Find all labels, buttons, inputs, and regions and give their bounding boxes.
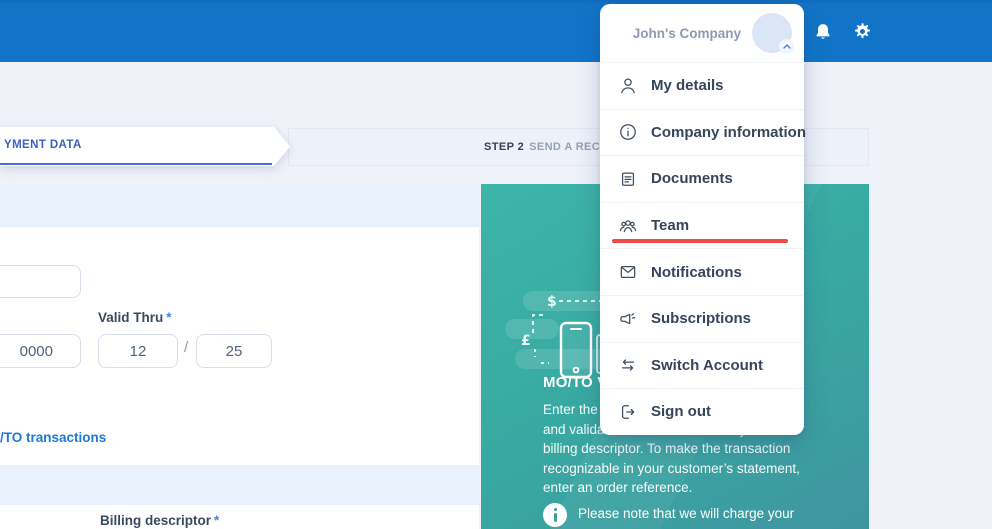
menu-item-notifications[interactable]: Notifications: [600, 248, 804, 295]
billing-descriptor-label-text: Billing descriptor: [100, 513, 211, 528]
svg-text:$: $: [547, 294, 557, 310]
team-icon: [618, 216, 638, 236]
required-asterisk: *: [214, 513, 219, 528]
billing-descriptor-label: Billing descriptor*: [100, 513, 219, 528]
switch-arrows-icon: [618, 355, 638, 375]
step2-prefix-text: STEP 2: [484, 141, 524, 153]
user-icon: [618, 76, 638, 96]
company-name-label: John's Company: [633, 26, 741, 41]
date-separator: /: [184, 339, 188, 356]
moto-panel-note: Please note that we will charge your: [578, 503, 794, 521]
menu-item-sign-out[interactable]: Sign out: [600, 388, 804, 435]
moto-panel-note-row: Please note that we will charge your: [543, 503, 794, 527]
payment-form-card: Valid Thru* 0000 / /TO transactions Bill…: [0, 184, 479, 529]
info-icon: [618, 122, 638, 142]
menu-item-documents[interactable]: Documents: [600, 155, 804, 202]
info-circle-icon: [543, 503, 567, 527]
menu-item-team[interactable]: Team: [600, 202, 804, 249]
moto-transactions-link[interactable]: /TO transactions: [0, 430, 106, 445]
step1-tab-shape: YMENT DATA: [0, 127, 290, 166]
menu-item-label: Switch Account: [651, 357, 763, 374]
team-highlight-underline: [612, 239, 788, 243]
menu-item-label: Team: [651, 217, 689, 234]
megaphone-icon: [618, 309, 638, 329]
menu-item-label: My details: [651, 77, 724, 94]
valid-thru-label-text: Valid Thru: [98, 310, 163, 325]
valid-thru-year-field[interactable]: [196, 334, 272, 368]
step1-tab[interactable]: YMENT DATA: [0, 127, 290, 166]
notifications-bell-icon[interactable]: [813, 21, 833, 48]
chevron-up-icon: [779, 39, 794, 54]
settings-gear-icon[interactable]: [852, 21, 873, 47]
menu-item-my-details[interactable]: My details: [600, 62, 804, 109]
valid-thru-label: Valid Thru*: [98, 310, 172, 325]
menu-item-switch-account[interactable]: Switch Account: [600, 342, 804, 389]
menu-item-label: Company information: [651, 124, 806, 141]
account-switcher-button[interactable]: John's Company: [600, 4, 804, 62]
description-line: recognizable in your customer’s statemen…: [543, 459, 800, 479]
required-asterisk: *: [166, 310, 171, 325]
menu-item-label: Notifications: [651, 264, 742, 281]
card-number-group-field[interactable]: 0000: [0, 334, 81, 368]
svg-text:£: £: [521, 333, 531, 349]
sign-out-icon: [618, 402, 638, 422]
step1-active-underline: [0, 163, 272, 166]
menu-item-label: Subscriptions: [651, 310, 751, 327]
menu-item-label: Documents: [651, 170, 733, 187]
card-data-field[interactable]: [0, 265, 81, 298]
top-header: [0, 0, 992, 62]
menu-item-company-information[interactable]: Company information: [600, 109, 804, 156]
menu-item-label: Sign out: [651, 403, 711, 420]
form-section-header-band: [0, 184, 479, 227]
valid-thru-month-field[interactable]: [98, 334, 178, 368]
step1-label: YMENT DATA: [4, 127, 82, 163]
form-section-divider-band: [0, 465, 479, 505]
account-menu-list: My details Company information Documents…: [600, 62, 804, 435]
menu-item-subscriptions[interactable]: Subscriptions: [600, 295, 804, 342]
documents-icon: [618, 169, 638, 189]
account-dropdown: John's Company My details Company inform…: [600, 4, 804, 435]
mail-icon: [618, 262, 638, 282]
description-line: billing descriptor. To make the transact…: [543, 439, 800, 459]
card-number-group-value: 0000: [20, 343, 53, 360]
description-line: enter an order reference.: [543, 478, 800, 498]
avatar: [752, 13, 792, 53]
